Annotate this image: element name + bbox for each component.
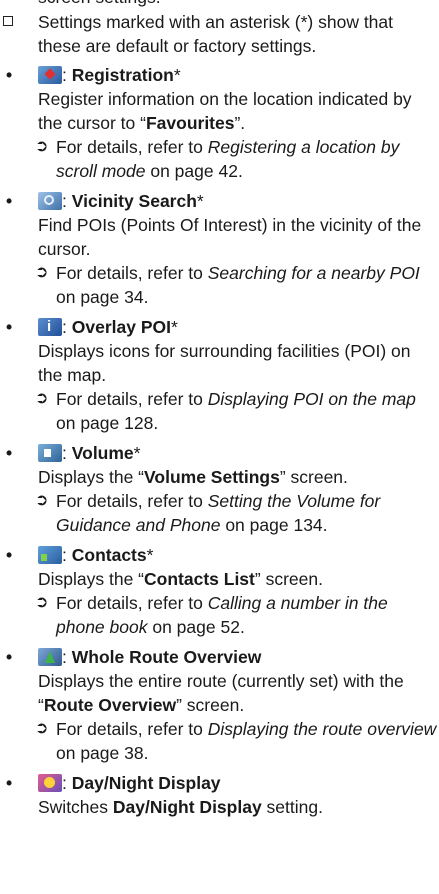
asterisk: * bbox=[133, 443, 141, 463]
entry-description: Displays icons for surrounding facilitie… bbox=[38, 341, 411, 385]
colon: : bbox=[62, 191, 67, 211]
entry-registration: • : Registration* Register information o… bbox=[0, 63, 439, 183]
reference-link-text: Displaying the route overview bbox=[207, 719, 437, 739]
reference-link-text: Searching for a nearby POI bbox=[207, 263, 420, 283]
entry-title: Whole Route Overview bbox=[71, 647, 262, 667]
entry-description: Displays the “Contacts List” screen. bbox=[38, 569, 323, 589]
registration-icon bbox=[38, 66, 62, 84]
arrow-icon: ➲ bbox=[35, 390, 49, 407]
arrow-icon: ➲ bbox=[35, 594, 49, 611]
colon: : bbox=[62, 647, 67, 667]
entry-overlay-poi: • : Overlay POI* Displays icons for surr… bbox=[0, 315, 439, 435]
vicinity-search-icon bbox=[38, 192, 62, 210]
asterisk: * bbox=[146, 545, 154, 565]
volume-icon bbox=[38, 444, 62, 462]
entry-title: Overlay POI bbox=[71, 317, 171, 337]
entry-title: Volume bbox=[71, 443, 134, 463]
colon: : bbox=[62, 317, 67, 337]
colon: : bbox=[62, 443, 67, 463]
entry-description: Displays the “Volume Settings” screen. bbox=[38, 467, 348, 487]
entry-reference: ➲ For details, refer to Registering a loc… bbox=[35, 137, 400, 181]
entry-description: Displays the entire route (currently set… bbox=[38, 671, 404, 715]
colon: : bbox=[62, 773, 67, 793]
note-text: Settings marked with an asterisk (*) sho… bbox=[38, 12, 394, 56]
contacts-icon bbox=[38, 546, 62, 564]
entry-reference: ➲ For details, refer to Searching for a n… bbox=[35, 263, 420, 307]
menu-entry-list: • : Registration* Register information o… bbox=[0, 63, 439, 825]
entry-contacts: • : Contacts* Displays the “Contacts Lis… bbox=[0, 543, 439, 639]
bullet: • bbox=[6, 317, 13, 337]
entry-reference: ➲ For details, refer to Displaying the ro… bbox=[35, 719, 437, 763]
whole-route-overview-icon bbox=[38, 648, 62, 666]
entry-title: Day/Night Display bbox=[71, 773, 221, 793]
entry-day-night-display: • : Day/Night Display Switches Day/Night… bbox=[0, 771, 439, 819]
top-cut-line: screen settings. bbox=[38, 0, 161, 9]
arrow-icon: ➲ bbox=[35, 138, 49, 155]
entry-vicinity-search: • : Vicinity Search* Find POIs (Points O… bbox=[0, 189, 439, 309]
entry-whole-route-overview: • : Whole Route Overview Displays the en… bbox=[0, 645, 439, 765]
entry-reference: ➲ For details, refer to Calling a number … bbox=[35, 593, 388, 637]
overlay-poi-icon bbox=[38, 315, 62, 339]
entry-reference: ➲ For details, refer to Setting the Volum… bbox=[35, 491, 381, 535]
bullet: • bbox=[6, 545, 13, 565]
reference-link-text: Displaying POI on the map bbox=[207, 389, 416, 409]
asterisk: * bbox=[173, 65, 181, 85]
arrow-icon: ➲ bbox=[35, 492, 49, 509]
bullet: • bbox=[6, 647, 13, 667]
bullet: • bbox=[6, 773, 13, 793]
asterisk: * bbox=[196, 191, 204, 211]
entry-title: Registration bbox=[71, 65, 174, 85]
colon: : bbox=[62, 65, 67, 85]
arrow-icon: ➲ bbox=[35, 264, 49, 281]
entry-volume: • : Volume* Displays the “Volume Setting… bbox=[0, 441, 439, 537]
checkbox-square-icon bbox=[3, 16, 13, 26]
default-settings-note: Settings marked with an asterisk (*) sho… bbox=[0, 10, 435, 58]
day-night-display-icon bbox=[38, 774, 62, 792]
entry-description: Find POIs (Points Of Interest) in the vi… bbox=[38, 215, 422, 259]
colon: : bbox=[62, 545, 67, 565]
bullet: • bbox=[6, 191, 13, 211]
bullet: • bbox=[6, 443, 13, 463]
arrow-icon: ➲ bbox=[35, 720, 49, 737]
entry-title: Contacts bbox=[71, 545, 147, 565]
asterisk: * bbox=[170, 317, 178, 337]
entry-description: Switches Day/Night Display setting. bbox=[38, 797, 323, 817]
entry-description: Register information on the location ind… bbox=[38, 89, 412, 133]
entry-title: Vicinity Search bbox=[71, 191, 197, 211]
entry-reference: ➲ For details, refer to Displaying POI on… bbox=[35, 389, 416, 433]
bullet: • bbox=[6, 65, 13, 85]
